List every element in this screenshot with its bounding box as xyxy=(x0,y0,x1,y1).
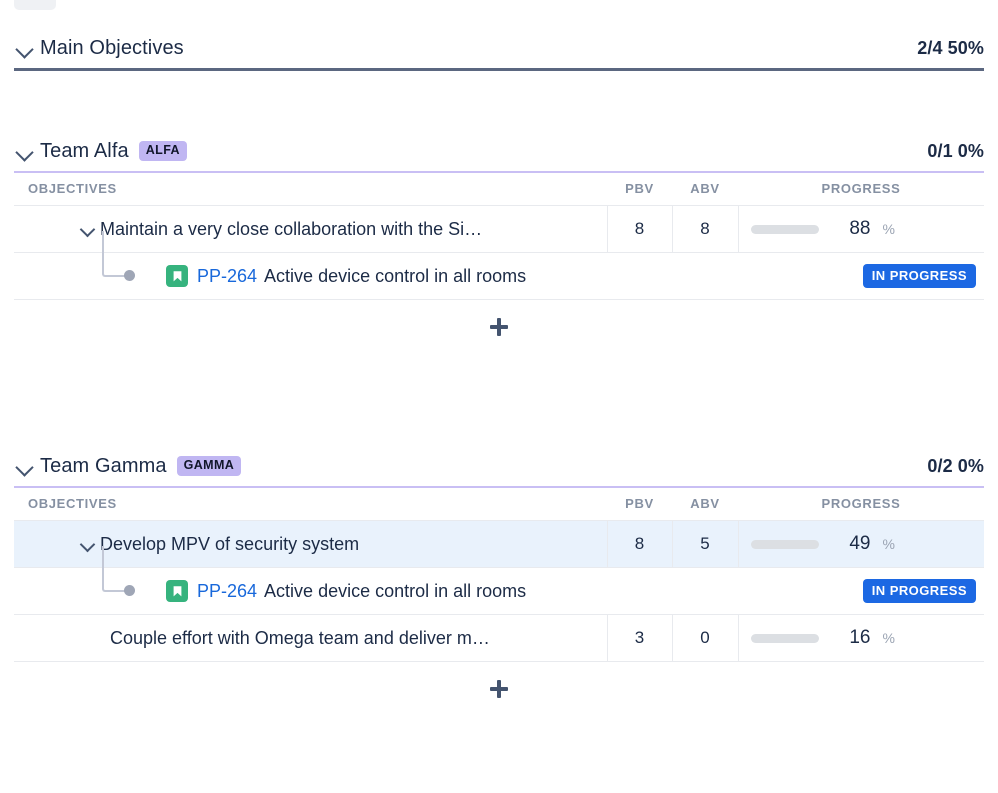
main-objectives-stat: 2/4 50% xyxy=(917,37,984,58)
add-objective-row-gamma[interactable] xyxy=(0,662,998,716)
table-row[interactable]: Couple effort with Omega team and delive… xyxy=(14,614,984,662)
column-pbv: PBV xyxy=(607,173,672,206)
chevron-down-icon[interactable] xyxy=(14,37,36,59)
percent-sign: % xyxy=(882,221,895,237)
tree-node-dot xyxy=(124,585,135,596)
list-item[interactable]: PP-264 Active device control in all room… xyxy=(14,231,984,300)
main-objectives-header[interactable]: Main Objectives 2/4 50% xyxy=(0,28,998,68)
toolbar-chip[interactable] xyxy=(14,0,56,10)
chevron-down-icon[interactable] xyxy=(14,140,36,162)
percent-sign: % xyxy=(882,630,895,646)
list-item[interactable]: PP-264 Active device control in all room… xyxy=(14,546,984,615)
issue-key-link[interactable]: PP-264 xyxy=(197,266,257,287)
abv-value: 0 xyxy=(671,614,738,662)
team-alfa-title: Team Alfa xyxy=(40,139,129,162)
progress-cell: 88 % xyxy=(737,205,984,253)
team-gamma-table: OBJECTIVES PBV ABV PROGRESS Develop MPV … xyxy=(14,488,984,662)
progress-cell: 16 % xyxy=(737,614,984,662)
table-row[interactable]: Maintain a very close collaboration with… xyxy=(14,205,984,253)
team-alfa-table: OBJECTIVES PBV ABV PROGRESS Maintain a v… xyxy=(14,173,984,300)
chevron-down-icon[interactable] xyxy=(78,533,100,555)
tree-node-dot xyxy=(124,270,135,281)
column-pbv: PBV xyxy=(607,488,672,521)
issue-summary: Active device control in all rooms xyxy=(264,265,527,286)
status-badge[interactable]: IN PROGRESS xyxy=(862,579,976,603)
team-alfa-header[interactable]: Team Alfa ALFA 0/1 0% xyxy=(0,131,998,171)
column-abv: ABV xyxy=(672,488,738,521)
story-bookmark-icon xyxy=(166,265,188,287)
objective-title: Maintain a very close collaboration with… xyxy=(100,218,483,239)
pbv-value: 3 xyxy=(606,614,672,662)
page-title: Main Objectives xyxy=(40,36,184,59)
abv-value: 8 xyxy=(671,205,738,253)
child-issue-cell[interactable]: PP-264 Active device control in all room… xyxy=(14,546,984,615)
table-header-row: OBJECTIVES PBV ABV PROGRESS xyxy=(14,173,984,206)
column-progress: PROGRESS xyxy=(738,173,984,206)
team-gamma-badge: GAMMA xyxy=(176,456,242,476)
team-gamma-group: Team Gamma GAMMA 0/2 0% OBJECTIVES PBV A… xyxy=(0,446,998,716)
progress-value: 16 xyxy=(849,627,871,648)
story-bookmark-icon xyxy=(166,580,188,602)
status-badge[interactable]: IN PROGRESS xyxy=(862,264,976,288)
percent-sign: % xyxy=(882,536,895,552)
team-alfa-group: Team Alfa ALFA 0/1 0% OBJECTIVES PBV ABV… xyxy=(0,131,998,354)
add-objective-row-alfa[interactable] xyxy=(0,300,998,354)
plus-icon[interactable] xyxy=(490,680,508,698)
progress-track xyxy=(750,539,819,549)
pbv-value: 8 xyxy=(606,205,672,253)
team-gamma-stat: 0/2 0% xyxy=(927,455,984,476)
table-header-row: OBJECTIVES PBV ABV PROGRESS xyxy=(14,488,984,521)
column-abv: ABV xyxy=(672,173,738,206)
column-progress: PROGRESS xyxy=(738,488,984,521)
progress-value: 88 xyxy=(849,218,871,239)
plus-icon[interactable] xyxy=(490,318,508,336)
team-alfa-stat: 0/1 0% xyxy=(927,140,984,161)
team-gamma-header[interactable]: Team Gamma GAMMA 0/2 0% xyxy=(0,446,998,486)
pbv-value: 8 xyxy=(606,520,672,568)
objective-title: Develop MPV of security system xyxy=(100,533,360,554)
child-issue-cell[interactable]: PP-264 Active device control in all room… xyxy=(14,231,984,300)
table-row[interactable]: Develop MPV of security system 8 5 49 % xyxy=(14,520,984,568)
objective-cell[interactable]: Couple effort with Omega team and delive… xyxy=(14,614,607,662)
issue-key-link[interactable]: PP-264 xyxy=(197,581,257,602)
chevron-down-icon[interactable] xyxy=(78,218,100,240)
progress-track xyxy=(750,224,819,234)
column-objectives: OBJECTIVES xyxy=(14,173,607,206)
chevron-down-icon[interactable] xyxy=(14,455,36,477)
main-divider xyxy=(14,68,984,71)
issue-summary: Active device control in all rooms xyxy=(264,580,527,601)
main-objectives-group: Main Objectives 2/4 50% xyxy=(0,28,998,71)
objective-title: Couple effort with Omega team and delive… xyxy=(110,627,490,648)
progress-track xyxy=(750,633,819,643)
abv-value: 5 xyxy=(671,520,738,568)
progress-value: 49 xyxy=(849,533,871,554)
team-gamma-title: Team Gamma xyxy=(40,454,167,477)
team-alfa-badge: ALFA xyxy=(138,141,187,161)
column-objectives: OBJECTIVES xyxy=(14,488,607,521)
progress-cell: 49 % xyxy=(737,520,984,568)
